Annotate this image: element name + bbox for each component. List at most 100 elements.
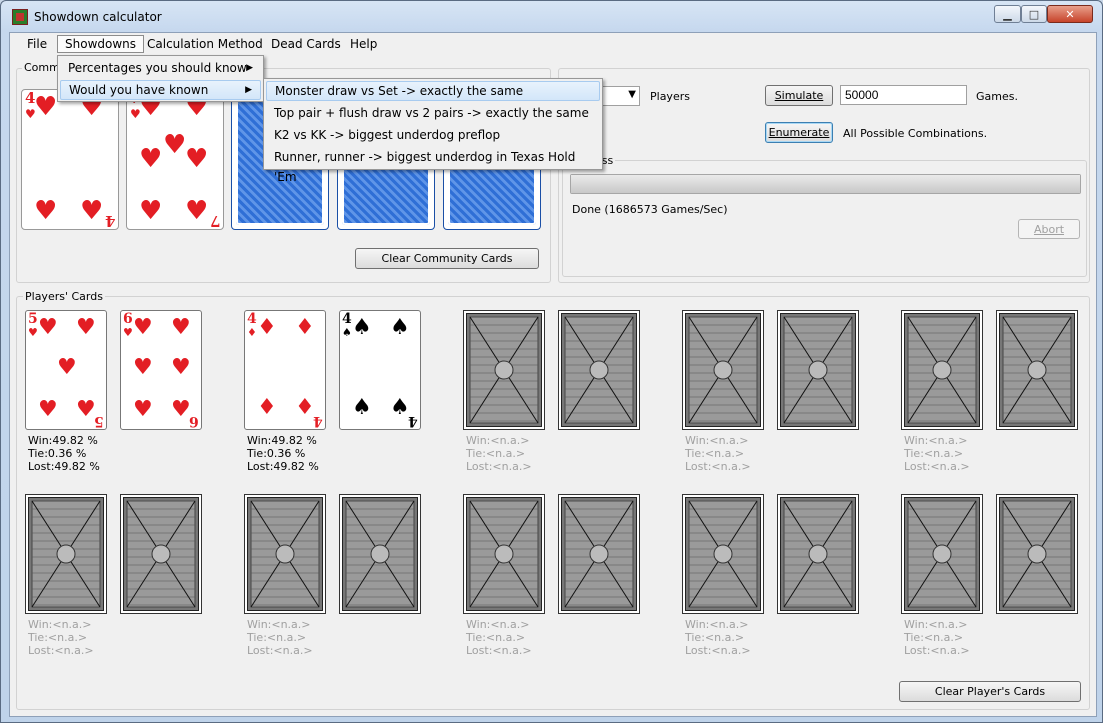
player-6-card-2[interactable] [120,494,202,614]
win-text: Win:<n.a.> [904,434,968,447]
player-3-stats: Win:<n.a.> Tie:<n.a.> Lost:<n.a.> [466,434,532,473]
clear-community-cards-button[interactable]: Clear Community Cards [355,248,539,269]
submenu-item-3[interactable]: K2 vs KK -> biggest underdog preflop [266,125,600,145]
player-10-card-2[interactable] [996,494,1078,614]
win-text: Win:49.82 % [28,434,98,447]
submenu-item-4[interactable]: Runner, runner -> biggest underdog in Te… [266,147,600,184]
lost-text: Lost:<n.a.> [904,460,970,473]
player-8-stats: Win:<n.a.> Tie:<n.a.> Lost:<n.a.> [466,618,532,657]
menu-item-percentages[interactable]: Percentages you should know ▶ [60,58,261,78]
menu-item-would-you-have-known[interactable]: Would you have known ▶ [60,80,261,100]
community-card-2[interactable]: 7 ♥ ♥♥ ♥ ♥♥ ♥♥ 7 [126,89,224,230]
player-10-card-1[interactable] [901,494,983,614]
menu-showdowns[interactable]: Showdowns [57,35,145,53]
showdowns-dropdown: Percentages you should know ▶ Would you h… [57,55,264,102]
enumerate-description: All Possible Combinations. [843,127,988,140]
lost-text: Lost:<n.a.> [685,460,751,473]
player-9-card-2[interactable] [777,494,859,614]
players-cards-label: Players' Cards [23,290,105,303]
lost-text: Lost:<n.a.> [466,460,532,473]
submenu-item-1[interactable]: Monster draw vs Set -> exactly the same [266,81,600,101]
client-area: File Showdowns Calculation Method Dead C… [9,32,1097,717]
player-1-stats: Win:49.82 % Tie:0.36 % Lost:49.82 % [28,434,100,473]
lost-text: Lost:49.82 % [247,460,319,473]
player-8-card-2[interactable] [558,494,640,614]
menu-bar: File Showdowns Calculation Method Dead C… [10,33,1096,55]
tie-text: Tie:<n.a.> [685,631,745,644]
player-7-stats: Win:<n.a.> Tie:<n.a.> Lost:<n.a.> [247,618,313,657]
close-icon: ✕ [1065,7,1075,21]
simulate-button[interactable]: Simulate [765,85,833,106]
would-you-have-known-submenu: Monster draw vs Set -> exactly the same … [263,78,603,184]
player-7-card-2[interactable] [339,494,421,614]
win-text: Win:<n.a.> [28,618,92,631]
player-3-card-1[interactable] [463,310,545,430]
maximize-icon: □ [1028,7,1040,21]
clear-players-cards-button[interactable]: Clear Player's Cards [899,681,1081,702]
menu-file[interactable]: File [20,35,54,53]
player-3-card-2[interactable] [558,310,640,430]
games-count-input[interactable] [840,85,967,105]
tie-text: Tie:<n.a.> [904,631,964,644]
players-label: Players [650,90,690,103]
app-icon [12,9,28,25]
player-10-stats: Win:<n.a.> Tie:<n.a.> Lost:<n.a.> [904,618,970,657]
players-count-select[interactable]: ▼ [600,86,640,106]
menu-calculation-method[interactable]: Calculation Method [140,35,270,53]
abort-button[interactable]: Abort [1018,219,1080,239]
player-2-card-2[interactable]: 4 ♠ ♠ ♠ ♠ ♠ 4 [339,310,421,430]
status-text: Done (1686573 Games/Sec) [572,203,728,216]
title-bar[interactable]: Showdown calculator ▁ □ ✕ [1,1,1102,33]
player-5-card-2[interactable] [996,310,1078,430]
menu-help[interactable]: Help [343,35,384,53]
tie-text: Tie:0.36 % [247,447,306,460]
lost-text: Lost:<n.a.> [466,644,532,657]
window-title: Showdown calculator [34,10,162,24]
win-text: Win:<n.a.> [904,618,968,631]
win-text: Win:<n.a.> [466,618,530,631]
enumerate-button[interactable]: Enumerate [765,122,833,143]
player-1-card-1[interactable]: 5 ♥ ♥ ♥ ♥ ♥ ♥ 5 [25,310,107,430]
player-6-card-1[interactable] [25,494,107,614]
player-9-stats: Win:<n.a.> Tie:<n.a.> Lost:<n.a.> [685,618,751,657]
player-4-card-2[interactable] [777,310,859,430]
player-2-stats: Win:49.82 % Tie:0.36 % Lost:49.82 % [247,434,319,473]
close-button[interactable]: ✕ [1047,5,1093,23]
player-4-stats: Win:<n.a.> Tie:<n.a.> Lost:<n.a.> [685,434,751,473]
tie-text: Tie:0.36 % [28,447,87,460]
player-5-card-1[interactable] [901,310,983,430]
maximize-button[interactable]: □ [1021,5,1047,23]
tie-text: Tie:<n.a.> [904,447,964,460]
tie-text: Tie:<n.a.> [466,447,526,460]
progress-bar [570,174,1081,194]
tie-text: Tie:<n.a.> [685,447,745,460]
lost-text: Lost:<n.a.> [247,644,313,657]
lost-text: Lost:<n.a.> [904,644,970,657]
lost-text: Lost:<n.a.> [685,644,751,657]
minimize-icon: ▁ [1003,7,1012,21]
player-7-card-1[interactable] [244,494,326,614]
games-label: Games. [976,90,1018,103]
app-window: Showdown calculator ▁ □ ✕ File Showdowns… [0,0,1103,723]
player-6-stats: Win:<n.a.> Tie:<n.a.> Lost:<n.a.> [28,618,94,657]
win-text: Win:<n.a.> [685,618,749,631]
tie-text: Tie:<n.a.> [466,631,526,644]
progress-fill [571,175,1080,193]
player-2-card-1[interactable]: 4 ♦ ♦ ♦ ♦ ♦ 4 [244,310,326,430]
community-card-1[interactable]: 4 ♥ ♥ ♥ ♥ ♥ 4 [21,89,119,230]
tie-text: Tie:<n.a.> [28,631,88,644]
chevron-right-icon: ▶ [245,85,252,95]
menu-dead-cards[interactable]: Dead Cards [264,35,348,53]
player-1-card-2[interactable]: 6 ♥ ♥ ♥ ♥ ♥ ♥ ♥ 6 [120,310,202,430]
player-8-card-1[interactable] [463,494,545,614]
win-text: Win:<n.a.> [685,434,749,447]
minimize-button[interactable]: ▁ [994,5,1021,23]
submenu-item-2[interactable]: Top pair + flush draw vs 2 pairs -> exac… [266,103,600,123]
tie-text: Tie:<n.a.> [247,631,307,644]
player-5-stats: Win:<n.a.> Tie:<n.a.> Lost:<n.a.> [904,434,970,473]
chevron-down-icon: ▼ [628,89,636,100]
player-4-card-1[interactable] [682,310,764,430]
lost-text: Lost:<n.a.> [28,644,94,657]
player-9-card-1[interactable] [682,494,764,614]
chevron-right-icon: ▶ [246,63,253,73]
